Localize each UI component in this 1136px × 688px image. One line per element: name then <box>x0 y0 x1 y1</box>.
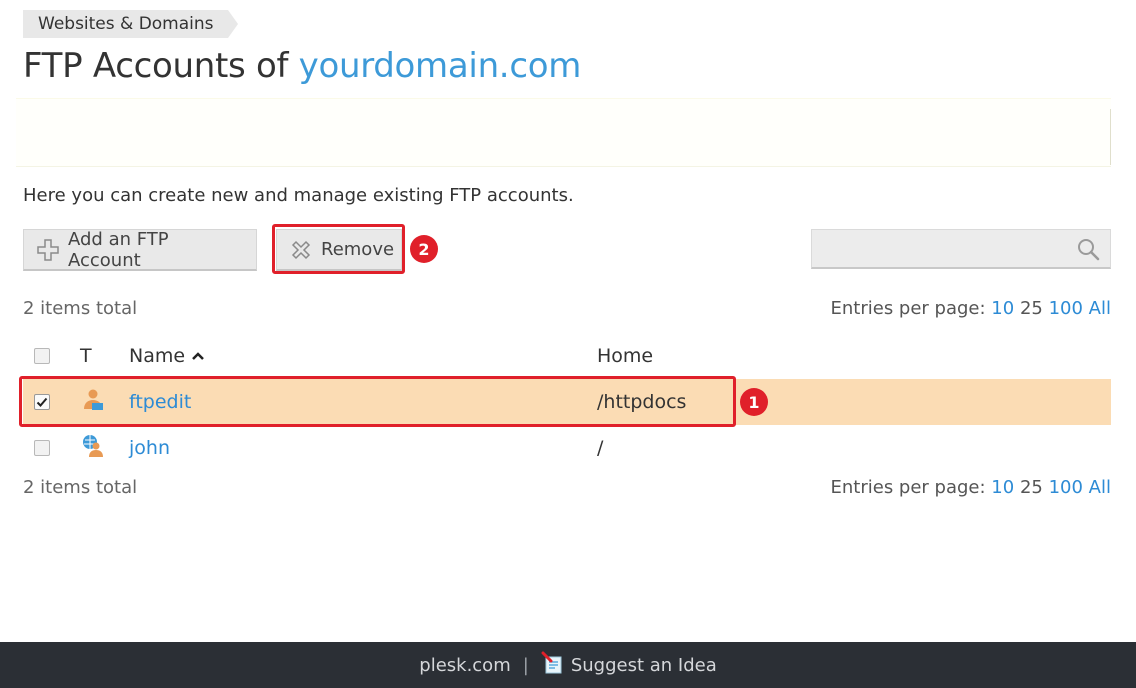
search-box[interactable] <box>811 229 1111 269</box>
account-home-path: / <box>597 437 604 459</box>
suggest-idea-icon <box>541 651 565 680</box>
column-header-name[interactable]: Name <box>129 345 185 367</box>
breadcrumb[interactable]: Websites & Domains <box>23 10 238 38</box>
annotation-badge-1: 1 <box>740 388 768 416</box>
magnifier-icon[interactable] <box>1076 237 1100 261</box>
page-size-100[interactable]: 100 <box>1049 298 1083 319</box>
page-size-all[interactable]: All <box>1089 477 1111 498</box>
entries-per-page-top: Entries per page: 10 25 100 All <box>831 298 1112 319</box>
footer-separator: | <box>522 654 529 676</box>
page-size-all[interactable]: All <box>1089 298 1111 319</box>
search-input[interactable] <box>812 230 1082 266</box>
add-ftp-account-button[interactable]: Add an FTP Account <box>23 229 257 271</box>
items-total-bottom: 2 items total <box>23 477 138 498</box>
footer: plesk.com | Suggest an Idea <box>0 642 1136 688</box>
sort-ascending-icon <box>191 351 205 361</box>
page-size-100[interactable]: 100 <box>1049 477 1083 498</box>
table-row[interactable]: john / <box>23 425 1111 471</box>
page-intro: Here you can create new and manage exist… <box>23 185 574 206</box>
page-title-domain: yourdomain.com <box>298 46 582 86</box>
suggest-idea-link[interactable]: Suggest an Idea <box>541 651 717 680</box>
page-size-10[interactable]: 10 <box>991 298 1014 319</box>
items-total-top: 2 items total <box>23 298 138 319</box>
add-ftp-account-label: Add an FTP Account <box>68 228 169 271</box>
suggest-idea-label: Suggest an Idea <box>570 654 717 676</box>
breadcrumb-item-websites-domains[interactable]: Websites & Domains <box>38 14 214 34</box>
select-all-checkbox[interactable] <box>34 348 50 364</box>
column-header-home[interactable]: Home <box>597 345 653 367</box>
account-name-link[interactable]: john <box>129 437 170 459</box>
row-checkbox[interactable] <box>34 440 50 456</box>
ftp-user-globe-icon <box>80 433 106 464</box>
annotation-remove-highlight <box>272 224 405 274</box>
table-header: T Name Home <box>23 333 1111 379</box>
page-title-prefix: FTP Accounts of <box>23 46 299 86</box>
plus-icon <box>36 238 60 262</box>
entries-per-page-label: Entries per page: <box>830 298 986 319</box>
plesk-link[interactable]: plesk.com <box>419 655 510 676</box>
annotation-row-highlight <box>19 376 736 427</box>
entries-per-page-label: Entries per page: <box>830 477 986 498</box>
annotation-badge-2: 2 <box>410 235 438 263</box>
entries-per-page-bottom: Entries per page: 10 25 100 All <box>831 477 1112 498</box>
hint-box <box>16 98 1111 167</box>
page-size-25: 25 <box>1019 477 1043 498</box>
column-header-type[interactable]: T <box>80 345 92 367</box>
page-title: FTP Accounts of yourdomain.com <box>23 46 581 86</box>
page-size-10[interactable]: 10 <box>991 477 1014 498</box>
page-size-25: 25 <box>1019 298 1043 319</box>
